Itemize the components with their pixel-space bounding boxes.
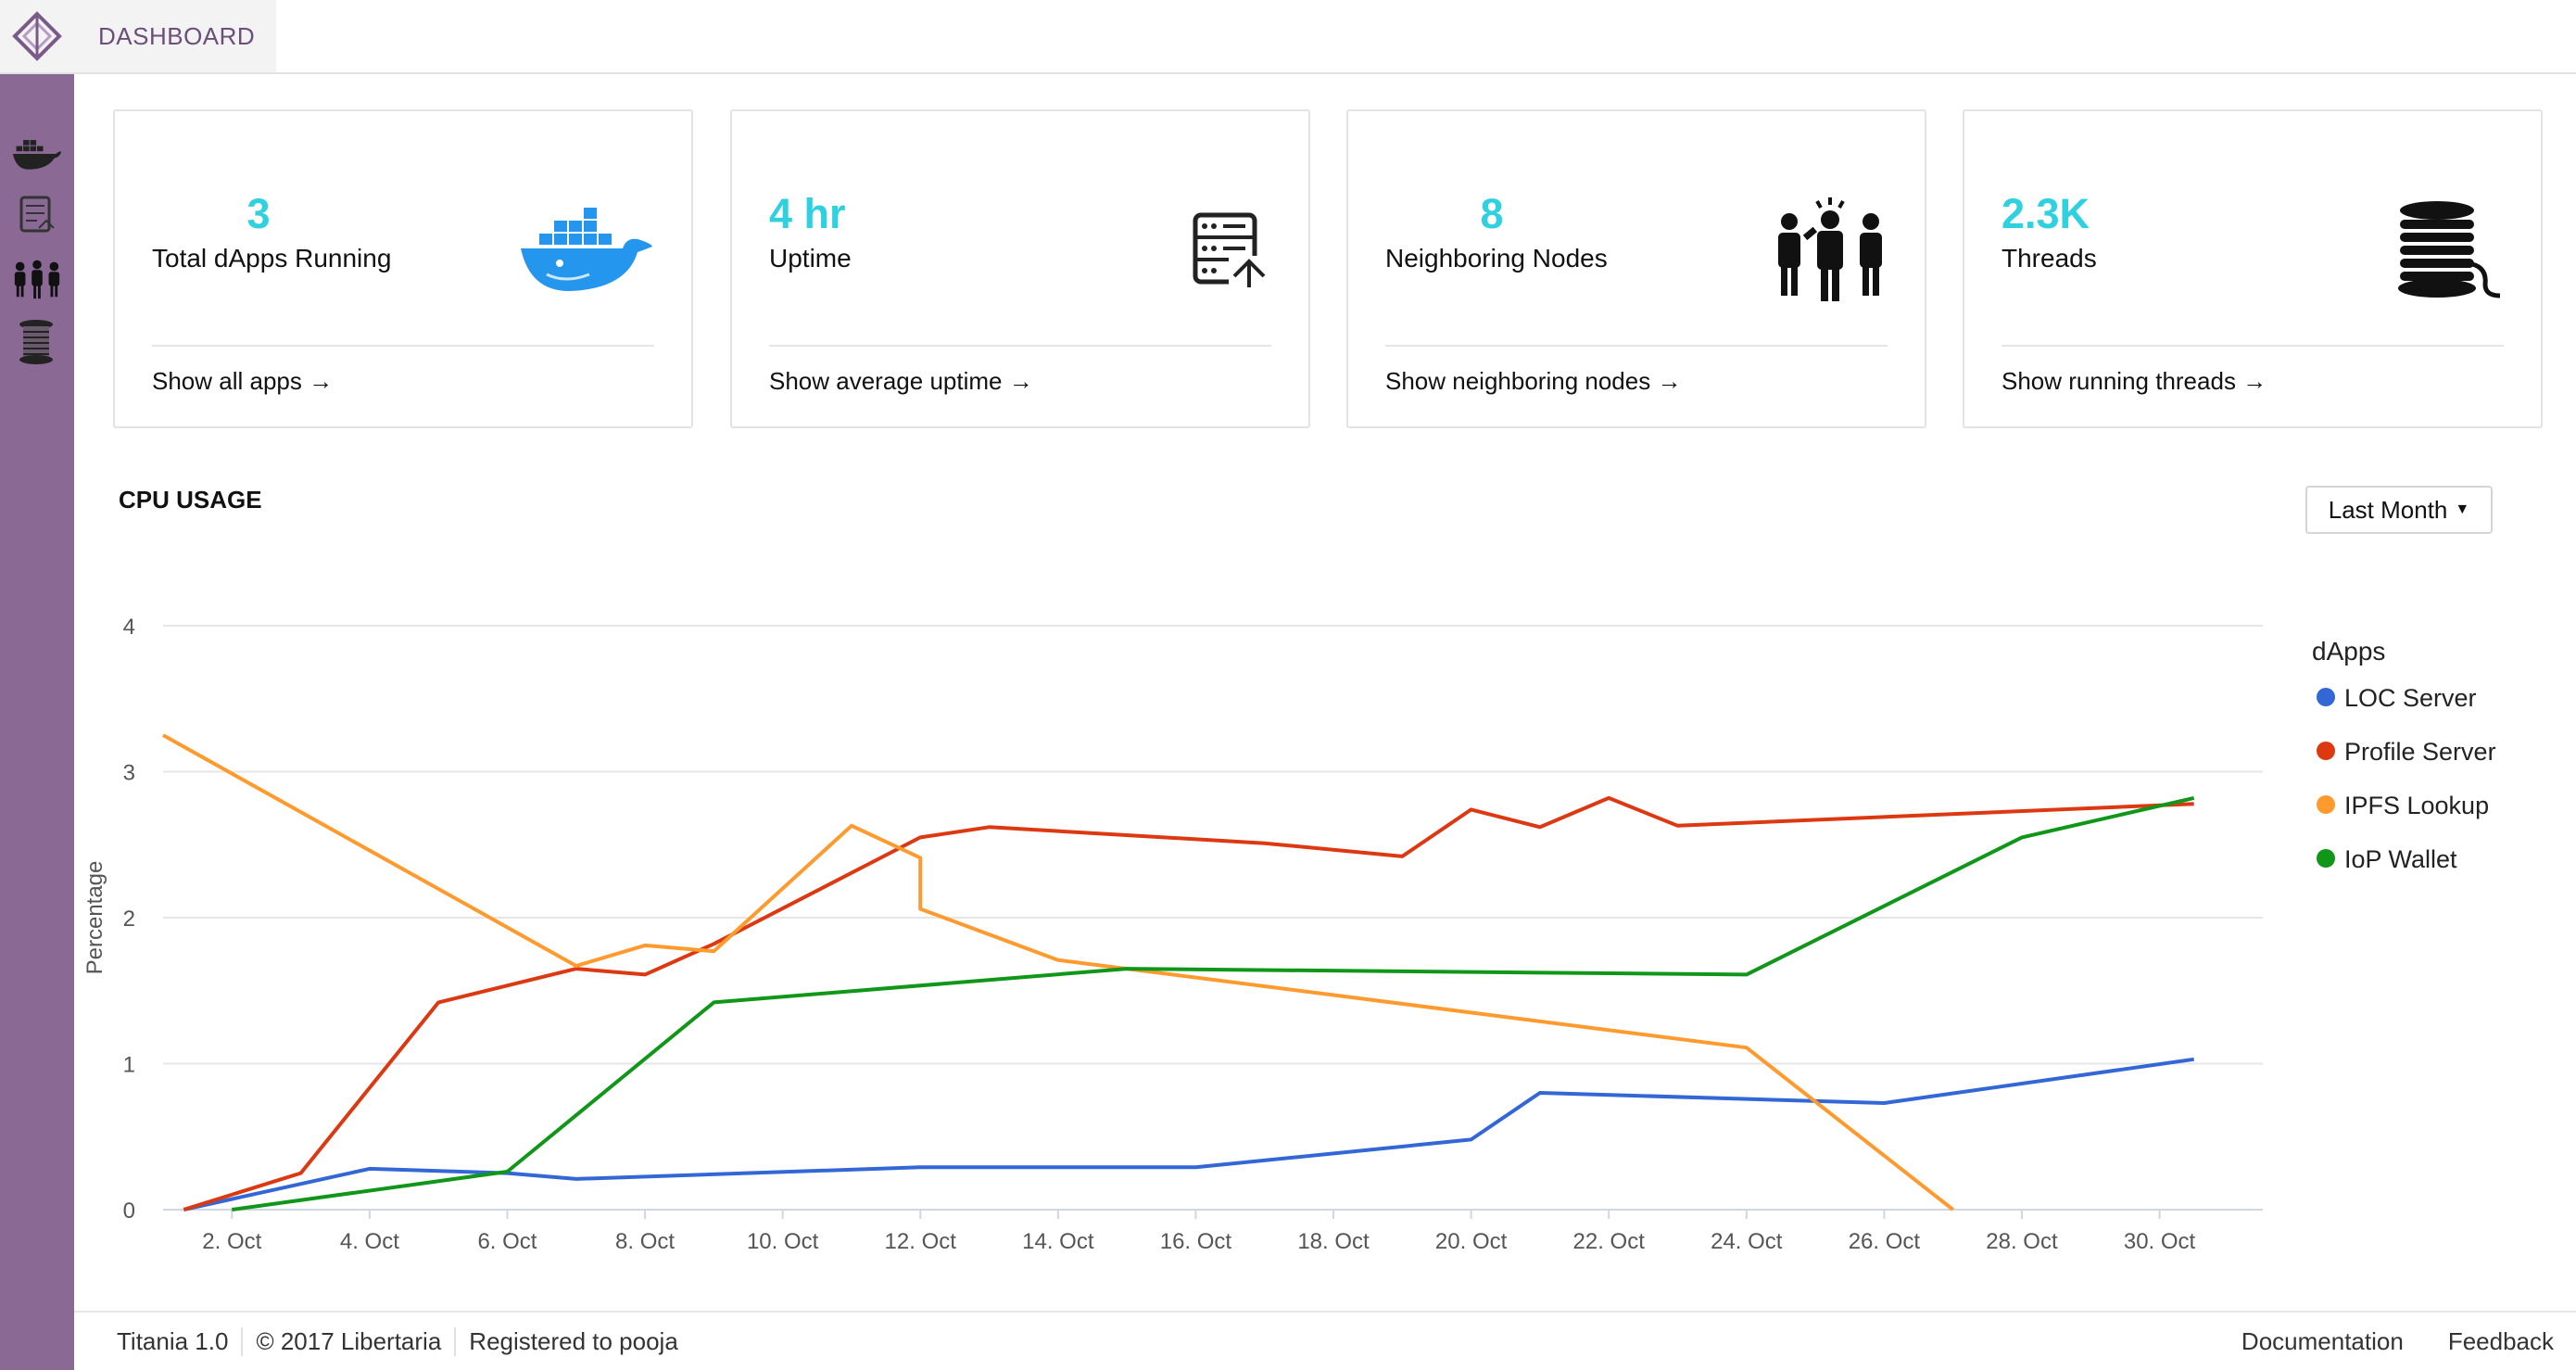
y-tick-label: 1: [123, 1053, 135, 1078]
sidebar-item-threads[interactable]: [11, 317, 63, 369]
legend-marker: [2317, 742, 2335, 760]
time-range-label: Last Month: [2328, 495, 2448, 524]
top-bar: DASHBOARD: [0, 0, 2576, 74]
footer: Titania 1.0 © 2017 Libertaria Registered…: [74, 1311, 2576, 1370]
card-dapps: 3 Total dApps Running Show all apps →: [113, 109, 693, 428]
x-tick-label: 10. Oct: [747, 1229, 819, 1254]
threads-value: 2.3K: [2001, 190, 2090, 237]
titania-logo-icon: [0, 0, 74, 72]
nodes-label: Neighboring Nodes: [1385, 244, 1608, 273]
footer-version: Titania 1.0: [117, 1327, 229, 1355]
dapps-label: Total dApps Running: [152, 244, 392, 273]
cpu-usage-chart: 0 1 2 3 4 2. Oct 4. Oct 6. Oct 8. Oct 10. Oct 12. …: [82, 615, 2496, 1254]
card-divider: [769, 345, 1271, 347]
legend-item-label: Profile Server: [2344, 738, 2496, 766]
card-uptime: 4 hr Uptime Show average uptime →: [730, 109, 1310, 428]
x-tick-label: 4. Oct: [340, 1229, 399, 1254]
legend-marker: [2317, 795, 2335, 814]
x-tick-label: 14. Oct: [1022, 1229, 1094, 1254]
y-tick-label: 0: [123, 1199, 135, 1224]
series-line-profile-server: [183, 795, 2194, 1211]
x-tick-label: 8. Oct: [615, 1229, 675, 1254]
card-nodes: 8 Neighboring Nodes Show neighboring nod…: [1346, 109, 1926, 428]
page-title: DASHBOARD: [98, 21, 256, 50]
caret-down-icon: ▼: [2455, 501, 2470, 517]
thread-spool-icon: [2365, 195, 2504, 306]
docker-ship-icon: [12, 140, 62, 170]
show-running-threads-link[interactable]: Show running threads →: [2001, 367, 2267, 396]
x-tick-label: 6. Oct: [477, 1229, 537, 1254]
legend-item-label: IoP Wallet: [2344, 845, 2457, 873]
sidebar: [0, 74, 74, 1370]
x-tick-label: 18. Oct: [1297, 1229, 1370, 1254]
show-neighboring-nodes-link[interactable]: Show neighboring nodes →: [1385, 367, 1681, 396]
threads-label: Threads: [2001, 244, 2097, 273]
x-tick-label: 24. Oct: [1711, 1229, 1783, 1254]
x-tick-label: 12. Oct: [885, 1229, 957, 1254]
footer-registered: Registered to pooja: [454, 1327, 690, 1356]
people-nodes-icon: [14, 260, 60, 299]
sidebar-item-uptime[interactable]: [11, 189, 63, 241]
show-average-uptime-link[interactable]: Show average uptime →: [769, 367, 1033, 396]
card-divider: [1385, 345, 1888, 347]
thread-spool-icon: [19, 320, 53, 364]
legend-item-label: LOC Server: [2344, 684, 2477, 712]
series-line-iop-wallet: [232, 795, 2195, 1211]
dapps-count: 3: [246, 190, 271, 237]
series-line-loc-server: [183, 1057, 2194, 1211]
x-tick-label: 16. Oct: [1160, 1229, 1232, 1254]
nodes-count: 8: [1480, 190, 1504, 237]
y-tick-label: 2: [123, 907, 135, 932]
card-divider: [152, 345, 654, 347]
y-tick-label: 4: [123, 615, 135, 640]
docker-whale-icon: [515, 195, 654, 306]
sidebar-item-nodes[interactable]: [11, 252, 63, 304]
card-threads: 2.3K Threads Show running threads →: [1963, 109, 2543, 428]
uptime-value: 4 hr: [769, 190, 846, 237]
x-tick-label: 28. Oct: [1986, 1229, 2058, 1254]
cpu-usage-title: CPU USAGE: [119, 486, 262, 514]
x-tick-label: 20. Oct: [1435, 1229, 1508, 1254]
sidebar-item-dapps[interactable]: [11, 128, 63, 180]
brand[interactable]: DASHBOARD: [0, 0, 276, 72]
footer-copyright: © 2017 Libertaria: [241, 1327, 454, 1356]
y-axis-label: Percentage: [82, 861, 107, 975]
legend-title: dApps: [2312, 637, 2385, 666]
documentation-link[interactable]: Documentation: [2241, 1327, 2404, 1356]
time-range-dropdown[interactable]: Last Month ▼: [2305, 486, 2493, 534]
x-tick-label: 30. Oct: [2124, 1229, 2196, 1254]
people-group-icon: [1749, 195, 1888, 306]
legend-marker: [2317, 849, 2335, 868]
card-divider: [2001, 345, 2504, 347]
x-tick-label: 22. Oct: [1573, 1229, 1646, 1254]
server-upload-icon: [1132, 195, 1271, 306]
legend-marker: [2317, 688, 2335, 706]
show-all-apps-link[interactable]: Show all apps →: [152, 367, 333, 396]
server-report-icon: [19, 196, 55, 233]
feedback-link[interactable]: Feedback: [2448, 1327, 2554, 1356]
y-tick-label: 3: [123, 761, 135, 786]
x-tick-label: 2. Oct: [202, 1229, 261, 1254]
uptime-label: Uptime: [769, 244, 852, 273]
x-tick-label: 26. Oct: [1849, 1229, 1921, 1254]
legend-item-label: IPFS Lookup: [2344, 792, 2489, 819]
